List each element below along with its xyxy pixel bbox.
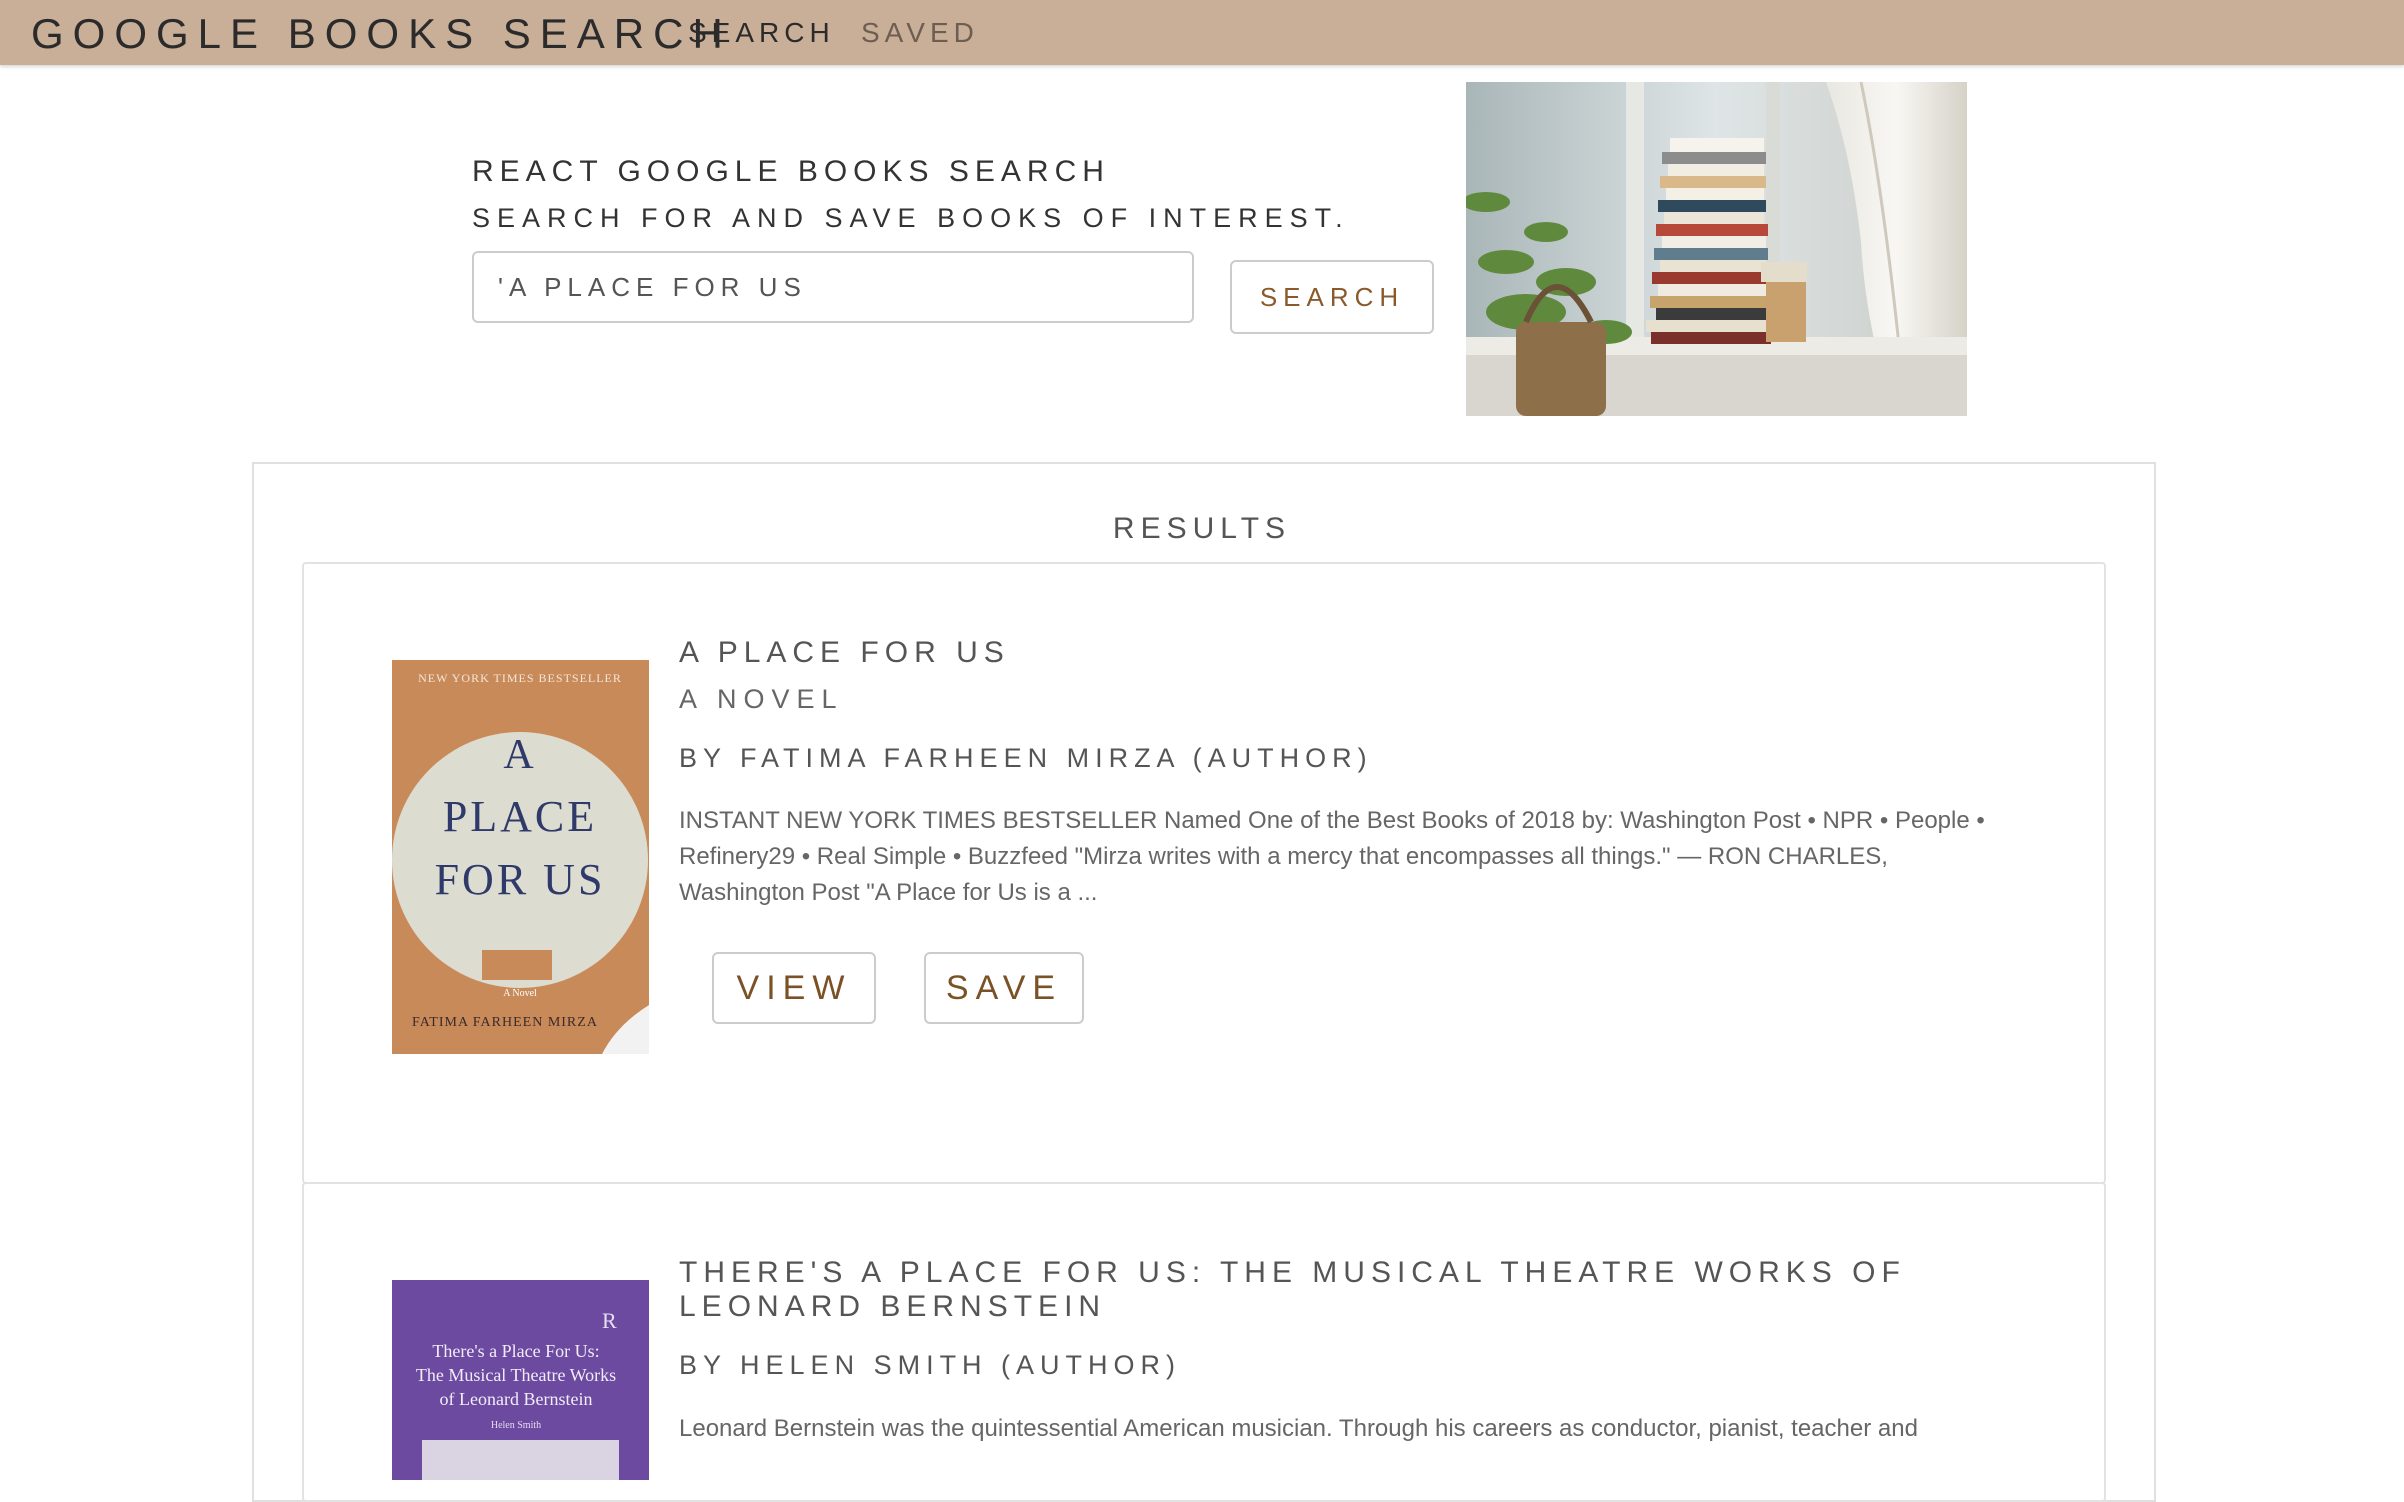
navbar: GOOGLE BOOKS SEARCH SEARCH SAVED (0, 0, 2404, 65)
save-button[interactable]: SAVE (924, 952, 1084, 1024)
book-description: Leonard Bernstein was the quintessential… (679, 1415, 1918, 1442)
book-description: INSTANT NEW YORK TIMES BESTSELLER Named … (679, 807, 1985, 906)
results-heading: RESULTS (1112, 512, 1292, 545)
book-title: THERE'S A PLACE FOR US: THE MUSICAL THEA… (679, 1256, 1906, 1323)
cover-title-line: FOR US (435, 855, 606, 904)
cover-logo: R (602, 1308, 617, 1333)
book-cover-image[interactable]: R There's a Place For Us: The Musical Th… (392, 1280, 649, 1480)
cover-title-line: The Musical Theatre Works (416, 1365, 616, 1385)
view-button[interactable]: VIEW (712, 952, 876, 1024)
brand-title[interactable]: GOOGLE BOOKS SEARCH (31, 10, 732, 58)
book-cover-image[interactable]: NEW YORK TIMES BESTSELLER A PLACE FOR US… (392, 660, 649, 1054)
hero-books-image (1466, 82, 1967, 416)
page-title: REACT GOOGLE BOOKS SEARCH (472, 155, 1110, 188)
book-subtitle: A NOVEL (679, 684, 844, 714)
cover-top-text: NEW YORK TIMES BESTSELLER (418, 671, 622, 685)
cover-title-line: of Leonard Bernstein (440, 1389, 593, 1409)
cover-title-line: There's a Place For Us: (432, 1341, 599, 1361)
cover-author: FATIMA FARHEEN MIRZA (412, 1015, 598, 1030)
cover-title-line: PLACE (443, 792, 597, 841)
book-title: A PLACE FOR US (679, 636, 1010, 669)
cover-tag: A Novel (503, 988, 537, 999)
nav-link-search[interactable]: SEARCH (688, 17, 835, 49)
cover-title-line: A (503, 732, 536, 778)
book-author: BY HELEN SMITH (AUTHOR) (679, 1350, 1182, 1380)
book-author: BY FATIMA FARHEEN MIRZA (AUTHOR) (679, 743, 1373, 773)
search-input[interactable] (472, 251, 1194, 323)
nav-link-saved[interactable]: SAVED (861, 17, 979, 49)
page-subtitle: SEARCH FOR AND SAVE BOOKS OF INTEREST. (472, 203, 1350, 233)
search-button[interactable]: SEARCH (1230, 260, 1434, 334)
cover-author: Helen Smith (491, 1420, 541, 1431)
